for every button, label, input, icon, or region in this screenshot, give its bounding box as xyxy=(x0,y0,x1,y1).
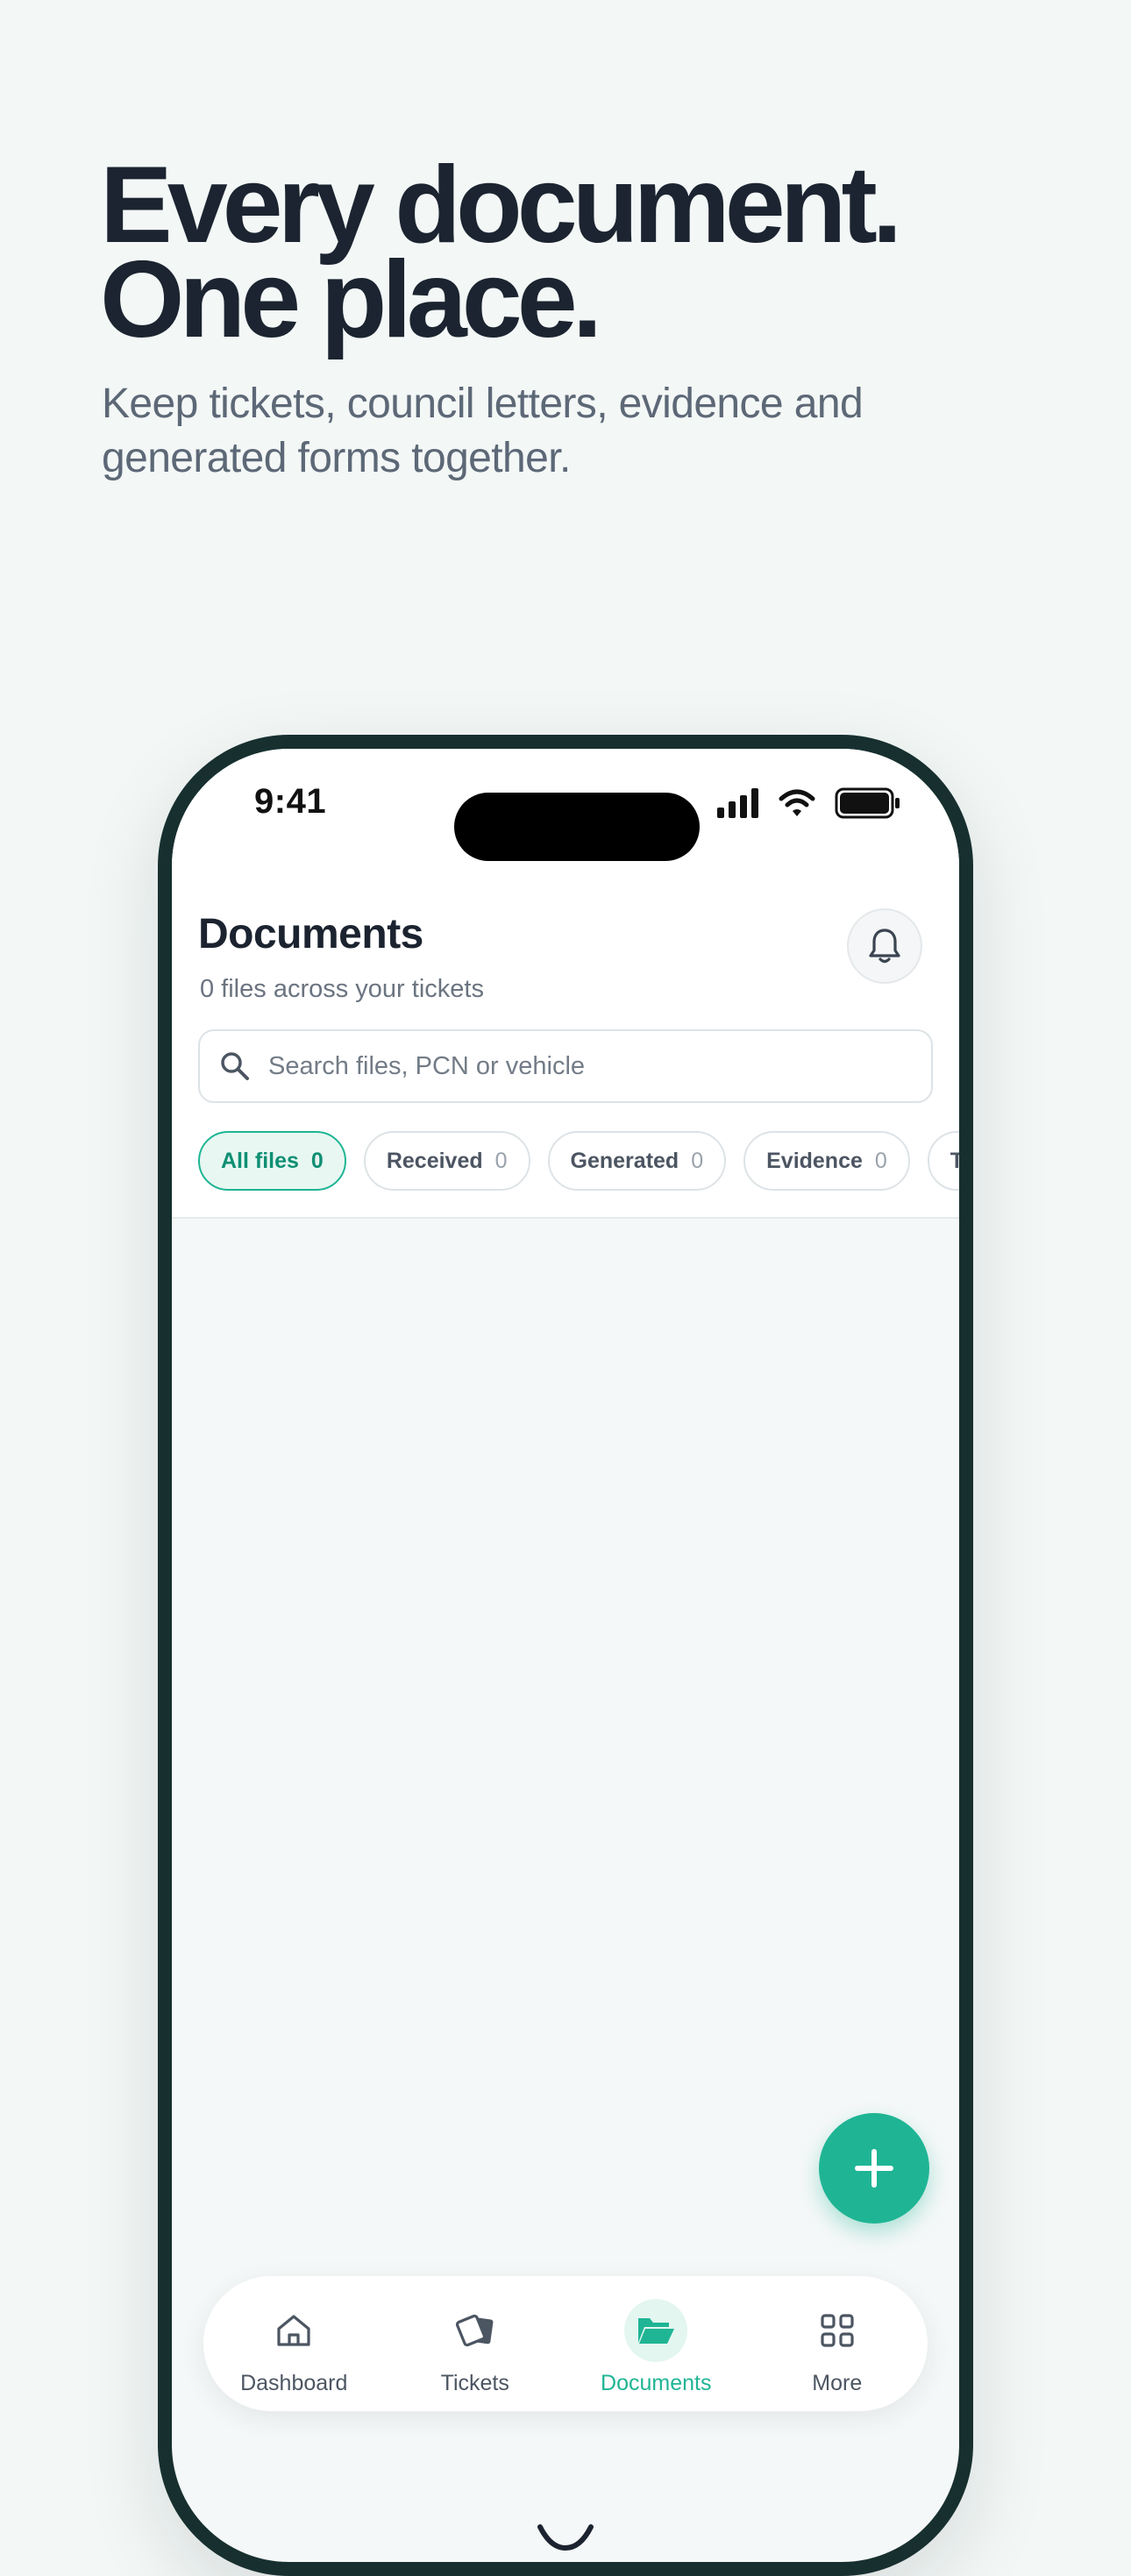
cellular-signal-icon xyxy=(717,788,758,818)
chip-label: Evidence xyxy=(766,1148,863,1173)
page-title: Documents xyxy=(198,911,423,957)
filter-chip-truncated[interactable]: T xyxy=(927,1131,959,1191)
status-bar: 9:41 xyxy=(172,749,959,884)
wifi-icon xyxy=(779,789,815,816)
hero-title-line-1: Every document. xyxy=(100,145,902,266)
battery-icon xyxy=(835,787,900,819)
notifications-button[interactable] xyxy=(847,908,922,984)
status-time: 9:41 xyxy=(254,782,327,821)
nav-label: Documents xyxy=(601,2371,712,2395)
search-input[interactable] xyxy=(267,1050,901,1082)
hero-title-line-2: One place. xyxy=(100,239,602,360)
chip-count: 0 xyxy=(494,1148,508,1173)
nav-label: More xyxy=(812,2371,863,2395)
hero-subtitle: Keep tickets, council letters, evidence … xyxy=(102,381,864,481)
bell-icon xyxy=(869,929,900,964)
search-field[interactable] xyxy=(198,1029,933,1103)
search-icon xyxy=(221,1052,249,1080)
nav-item-tickets[interactable]: Tickets xyxy=(385,2276,566,2411)
filter-chips: All files 0 Received 0 Generated 0 Evide… xyxy=(198,1131,959,1194)
status-icons xyxy=(717,787,901,819)
dynamic-island xyxy=(454,793,700,861)
nav-item-dashboard[interactable]: Dashboard xyxy=(203,2276,385,2411)
filter-chip-received[interactable]: Received 0 xyxy=(363,1131,530,1191)
spinner-icon xyxy=(537,2524,594,2551)
nav-item-documents[interactable]: Documents xyxy=(566,2276,747,2411)
home-icon xyxy=(262,2299,325,2362)
chip-label: All files xyxy=(221,1148,299,1173)
tickets-icon xyxy=(444,2299,507,2362)
plus-icon xyxy=(855,2149,893,2188)
chip-label: T xyxy=(950,1149,959,1174)
chip-count: 0 xyxy=(874,1148,887,1173)
filter-chip-generated[interactable]: Generated 0 xyxy=(547,1131,727,1191)
grid-icon xyxy=(806,2299,869,2362)
nav-item-more[interactable]: More xyxy=(747,2276,928,2411)
folder-open-icon xyxy=(624,2299,688,2362)
filter-chip-all-files[interactable]: All files 0 xyxy=(198,1131,346,1191)
add-document-button[interactable] xyxy=(819,2113,929,2224)
app-header: Documents 0 files across your tickets Al… xyxy=(172,884,959,1219)
nav-label: Tickets xyxy=(440,2371,509,2395)
chip-count: 0 xyxy=(310,1148,324,1173)
chip-count: 0 xyxy=(691,1148,704,1173)
page-subtitle: 0 files across your tickets xyxy=(200,975,484,1003)
phone-mockup: 9:41 Documents 0 files across your ticke… xyxy=(158,735,973,2576)
bottom-nav: Dashboard Tickets Documents More xyxy=(203,2276,928,2411)
hero-title: Every document. One place. xyxy=(100,145,1064,360)
chip-label: Generated xyxy=(570,1148,679,1173)
chip-label: Received xyxy=(386,1148,483,1173)
nav-label: Dashboard xyxy=(240,2371,348,2395)
filter-chip-evidence[interactable]: Evidence 0 xyxy=(743,1131,910,1191)
